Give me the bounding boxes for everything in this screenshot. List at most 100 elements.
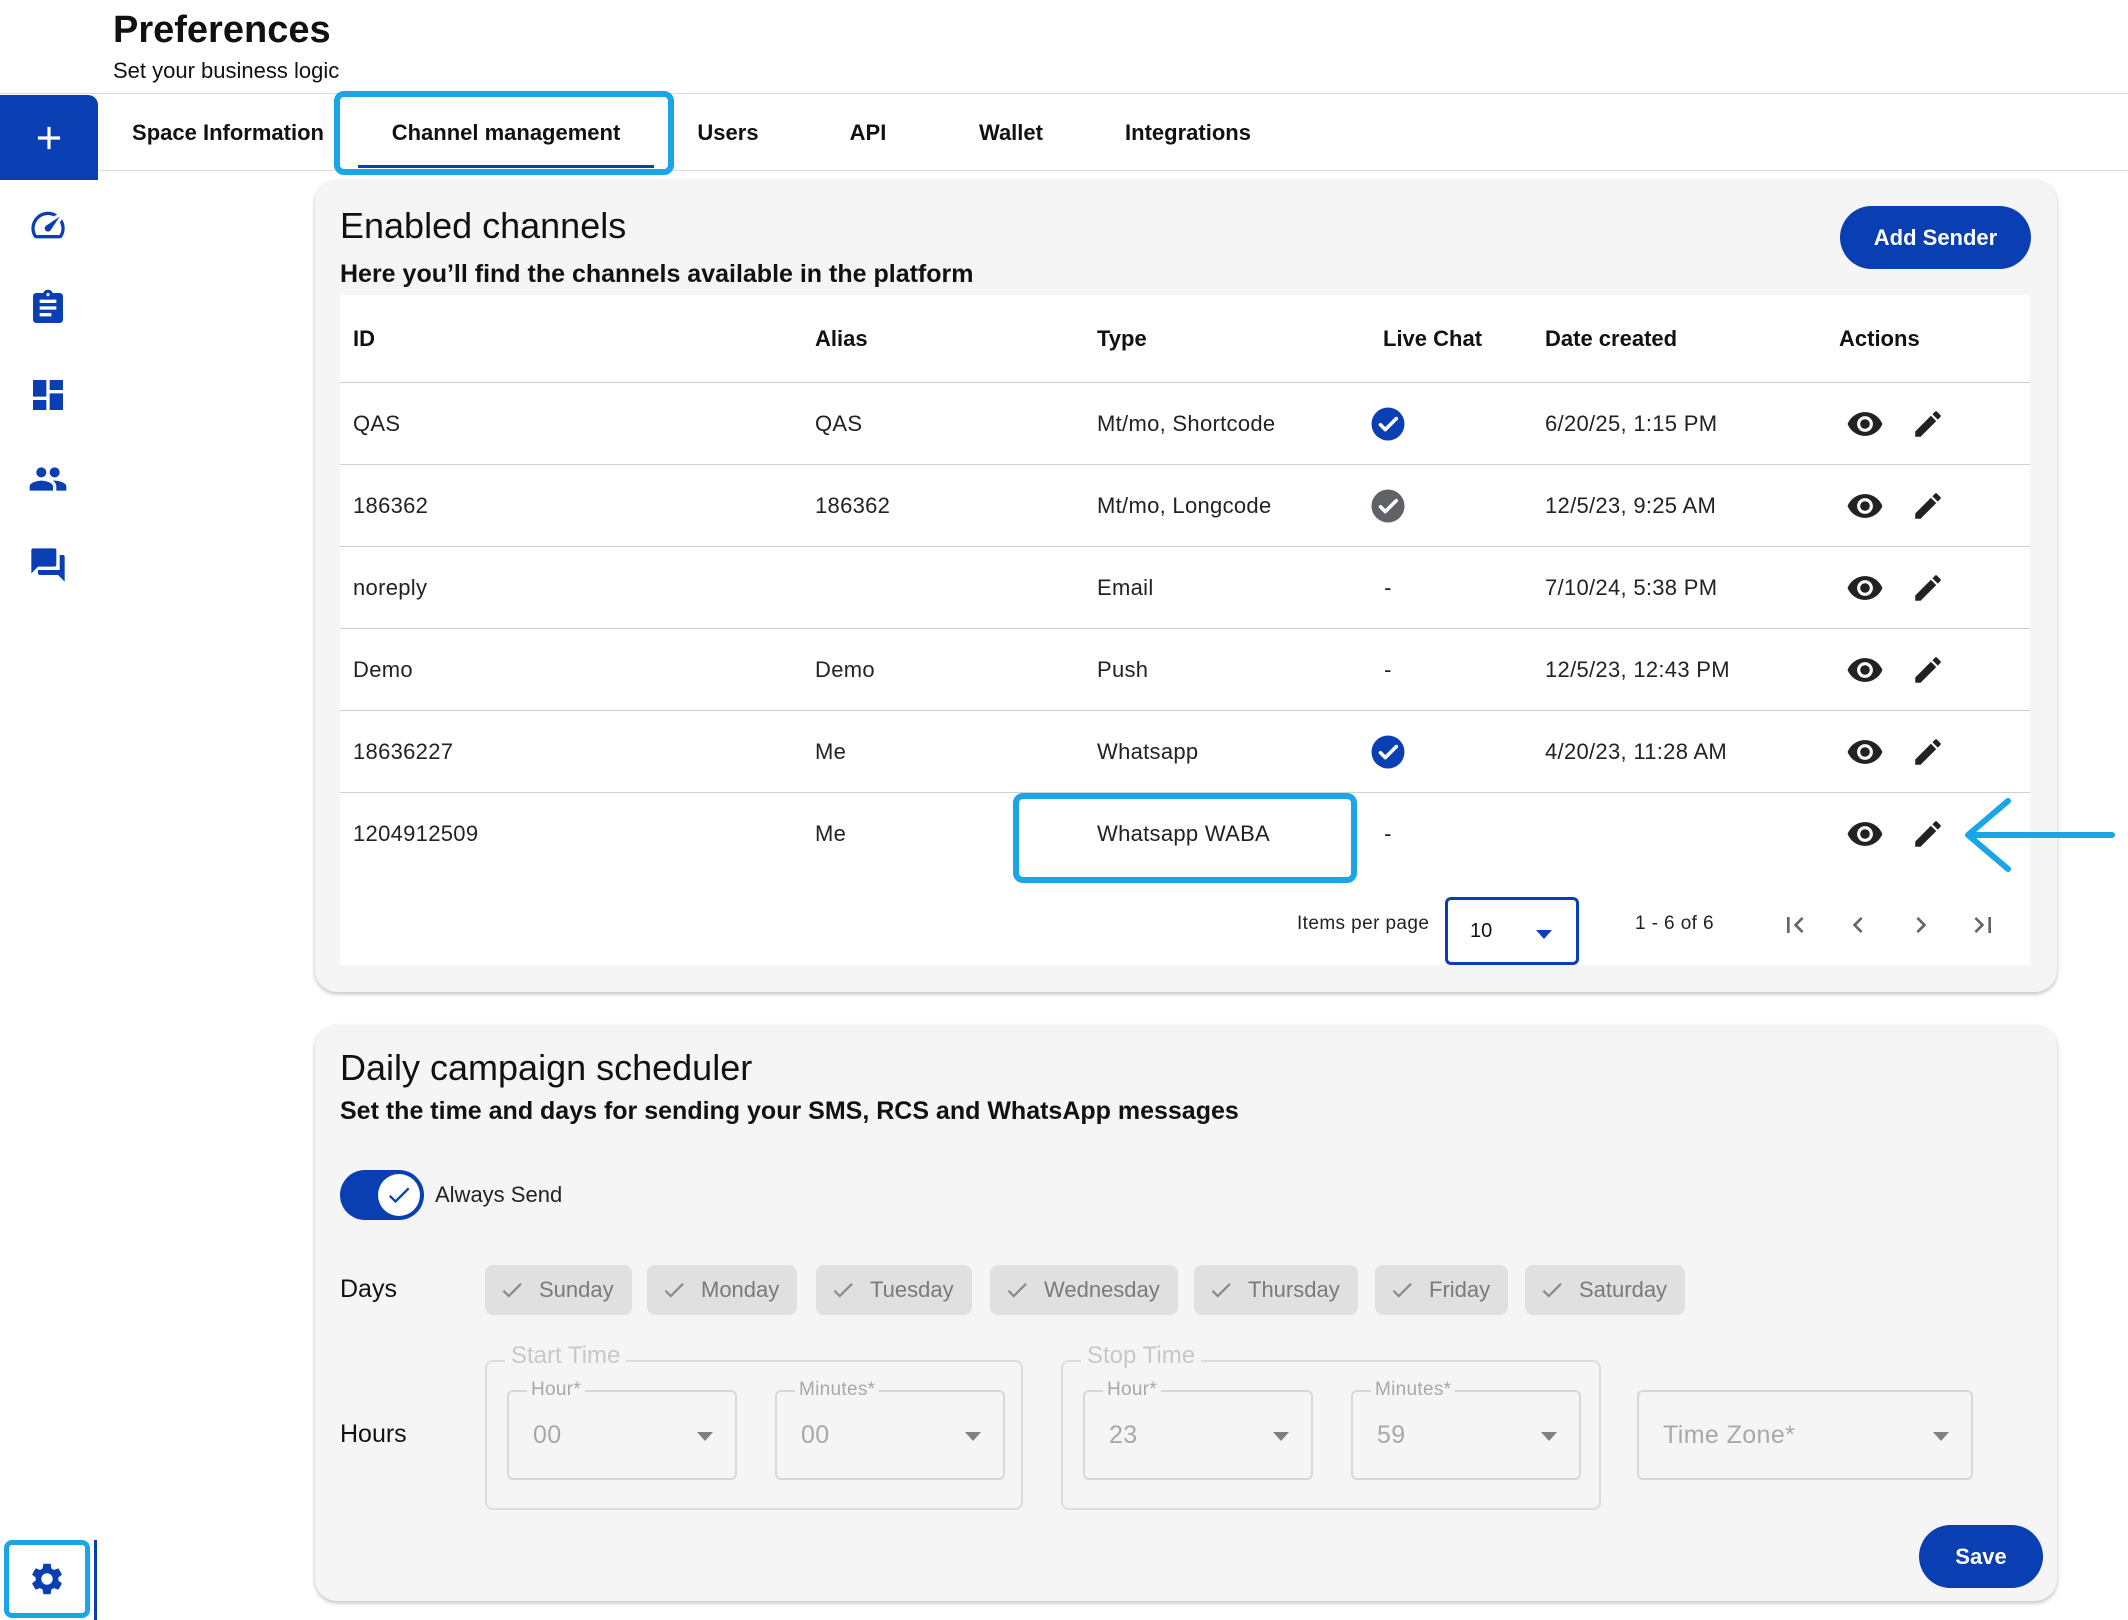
stop-minutes-select[interactable]: Minutes* 59 — [1351, 1379, 1581, 1480]
check-icon — [1392, 1283, 1412, 1298]
eye-icon — [1847, 576, 1883, 600]
check-icon — [388, 1187, 410, 1204]
live-chat-cell: - — [1384, 575, 1392, 600]
table-row: Demo Demo Push - 12/5/23, 12:43 PM — [340, 629, 2030, 711]
column-header-type[interactable]: Type — [1097, 295, 1147, 383]
gear-icon — [32, 1563, 62, 1595]
speedometer-icon — [30, 211, 65, 238]
view-button[interactable] — [1845, 404, 1885, 444]
cell-type: Mt/mo, Shortcode — [1097, 411, 1276, 436]
live-chat-check-icon — [1363, 383, 1413, 465]
day-chip-tuesday[interactable]: Tuesday — [816, 1265, 972, 1315]
cell-id: noreply — [353, 575, 428, 600]
sidebar-item-settings[interactable] — [4, 1540, 90, 1618]
live-chat-cell: - — [1384, 657, 1392, 682]
day-chip-saturday[interactable]: Saturday — [1525, 1265, 1686, 1315]
chevron-down-icon — [965, 1432, 981, 1441]
view-button[interactable] — [1845, 486, 1885, 526]
tab-space-information[interactable]: Space Information — [128, 95, 328, 171]
dashboard-icon — [32, 379, 63, 410]
day-chip-label: Friday — [1429, 1277, 1491, 1302]
pencil-icon — [1915, 493, 1941, 519]
cell-id: Demo — [353, 657, 413, 682]
scheduler-subtitle: Set the time and days for sending your S… — [340, 1097, 1239, 1125]
preferences-tabs: Space Information Channel management Use… — [98, 91, 2128, 175]
pencil-icon — [1915, 821, 1941, 847]
cell-id: 18636227 — [353, 739, 454, 764]
edit-button[interactable] — [1908, 404, 1948, 444]
first-page-button[interactable] — [1775, 905, 1815, 945]
edit-button[interactable] — [1908, 650, 1948, 690]
items-per-page-label: Items per page — [1297, 913, 1430, 934]
stop-time-legend: Stop Time — [1081, 1342, 1202, 1370]
tab-users[interactable]: Users — [678, 95, 778, 171]
day-chip-label: Tuesday — [870, 1277, 954, 1302]
edit-button[interactable] — [1908, 486, 1948, 526]
next-page-button[interactable] — [1901, 905, 1941, 945]
stop-hour-select[interactable]: Hour* 23 — [1083, 1379, 1313, 1480]
start-minutes-select[interactable]: Minutes* 00 — [775, 1379, 1005, 1480]
save-button[interactable]: Save — [1919, 1525, 2043, 1588]
check-icon — [502, 1283, 522, 1298]
start-time-legend: Start Time — [505, 1342, 627, 1370]
column-header-alias[interactable]: Alias — [815, 295, 868, 383]
day-chip-wednesday[interactable]: Wednesday — [990, 1265, 1178, 1315]
items-per-page-select[interactable]: 10 — [1445, 897, 1579, 965]
stop-time-group: Stop Time Hour* 23 Minutes* 59 — [1061, 1342, 1601, 1510]
sidebar-item-conversations[interactable] — [25, 542, 70, 587]
cell-id: 1204912509 — [353, 821, 479, 846]
check-icon — [1007, 1283, 1027, 1298]
sidebar-item-contacts[interactable] — [25, 456, 70, 501]
always-send-toggle[interactable] — [340, 1170, 424, 1220]
day-chip-friday[interactable]: Friday — [1375, 1265, 1509, 1315]
live-chat-check-icon — [1363, 711, 1413, 793]
tab-api[interactable]: API — [818, 95, 918, 171]
table-row: noreply Email - 7/10/24, 5:38 PM — [340, 547, 2030, 629]
plus-icon — [37, 126, 61, 149]
live-chat-check-icon — [1363, 465, 1413, 547]
sidebar-item-dashboards[interactable] — [25, 372, 70, 417]
tab-integrations[interactable]: Integrations — [1108, 95, 1268, 171]
cell-date-created: 7/10/24, 5:38 PM — [1545, 575, 1718, 600]
view-button[interactable] — [1845, 732, 1885, 772]
view-button[interactable] — [1845, 568, 1885, 608]
edit-button[interactable] — [1908, 568, 1948, 608]
add-sender-button[interactable]: Add Sender — [1840, 206, 2031, 269]
check-icon — [1542, 1283, 1562, 1298]
sidebar-add-button[interactable] — [0, 95, 98, 180]
view-button[interactable] — [1845, 814, 1885, 854]
column-header-live-chat[interactable]: Live Chat — [1383, 295, 1482, 383]
column-header-date-created[interactable]: Date created — [1545, 295, 1677, 383]
cell-date-created: 6/20/25, 1:15 PM — [1545, 411, 1718, 436]
start-hour-select[interactable]: Hour* 00 — [507, 1379, 737, 1480]
eye-icon — [1847, 494, 1883, 518]
scheduler-title: Daily campaign scheduler — [340, 1047, 753, 1088]
column-header-id[interactable]: ID — [353, 295, 375, 383]
day-chip-thursday[interactable]: Thursday — [1194, 1265, 1358, 1315]
timezone-placeholder: Time Zone* — [1663, 1420, 1796, 1449]
eye-icon — [1847, 822, 1883, 846]
pencil-icon — [1915, 657, 1941, 683]
sidebar-item-dashboard-speed[interactable] — [25, 202, 70, 247]
type-cell-highlight-box — [1013, 793, 1357, 883]
day-chip-sunday[interactable]: Sunday — [485, 1265, 632, 1315]
table-row: QAS QAS Mt/mo, Shortcode 6/20/25, 1:15 PM — [340, 383, 2030, 465]
cell-alias: QAS — [815, 411, 863, 436]
view-button[interactable] — [1845, 650, 1885, 690]
previous-page-button[interactable] — [1838, 905, 1878, 945]
edit-button[interactable] — [1908, 814, 1948, 854]
sidebar-item-reports[interactable] — [25, 285, 70, 330]
day-chip-label: Monday — [701, 1277, 780, 1302]
cell-type: Mt/mo, Longcode — [1097, 493, 1272, 518]
last-page-button[interactable] — [1963, 905, 2003, 945]
cell-id: 186362 — [353, 493, 429, 518]
edit-button[interactable] — [1908, 732, 1948, 772]
timezone-select[interactable]: Time Zone* — [1637, 1390, 1973, 1480]
tab-highlight-box — [334, 91, 674, 175]
clipboard-icon — [32, 289, 63, 323]
paginator: Items per page 10 1 - 6 of 6 — [340, 883, 2030, 965]
toggle-knob — [378, 1174, 420, 1216]
tab-wallet[interactable]: Wallet — [956, 95, 1066, 171]
cell-alias: Me — [815, 821, 847, 846]
day-chip-monday[interactable]: Monday — [647, 1265, 798, 1315]
